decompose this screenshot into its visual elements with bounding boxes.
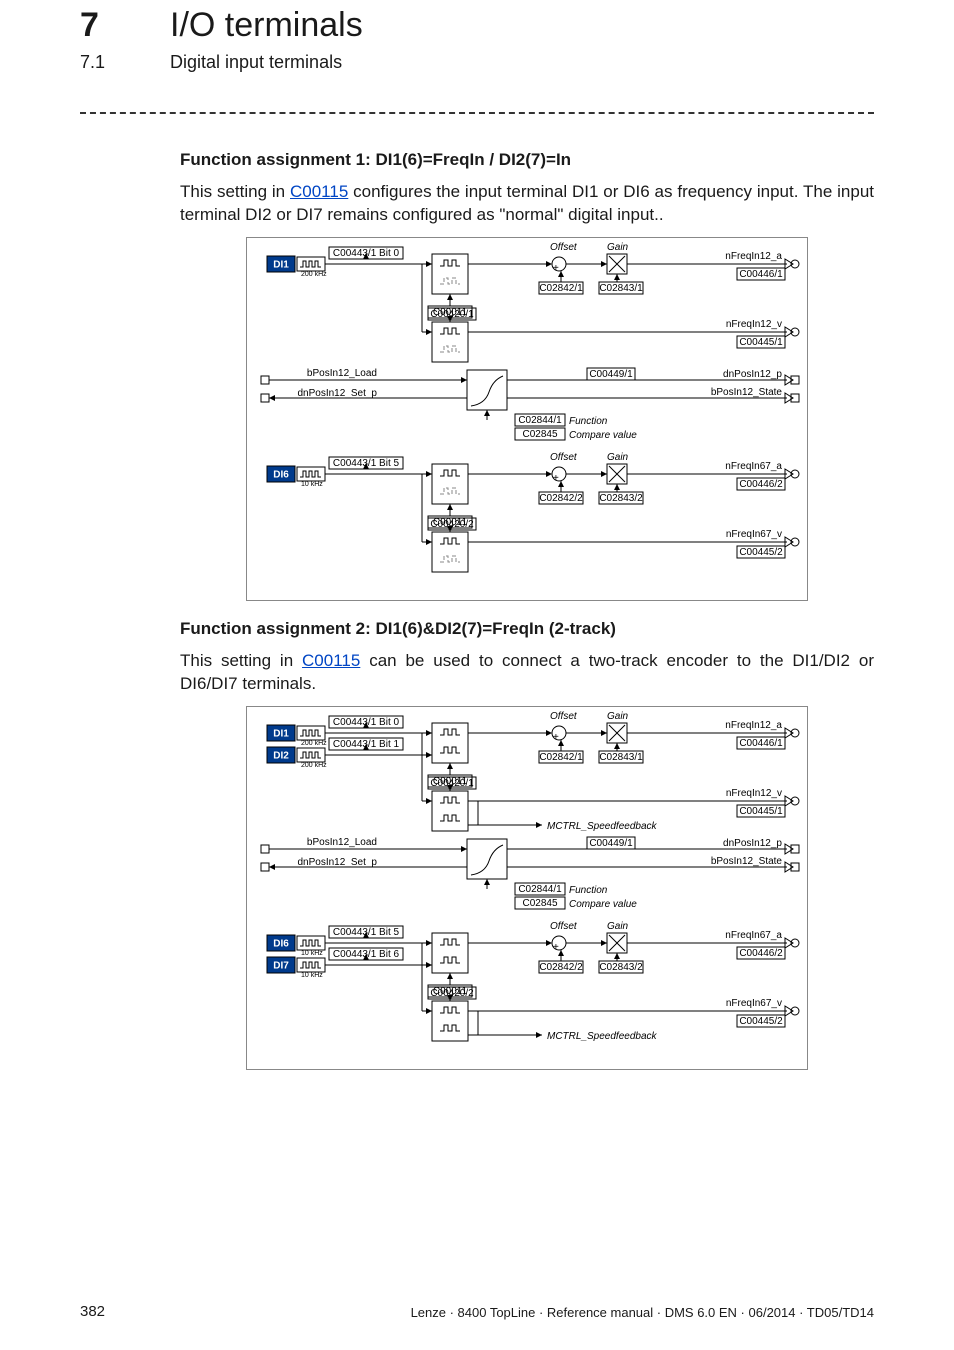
body-column: Function assignment 1: DI1(6)=FreqIn / D… — [180, 150, 874, 1088]
svg-text:C02842/1: C02842/1 — [539, 752, 583, 763]
svg-text:DI1: DI1 — [273, 259, 289, 270]
svg-text:nFreqIn67_a: nFreqIn67_a — [725, 930, 782, 941]
svg-text:nFreqIn12_v: nFreqIn12_v — [726, 788, 782, 799]
svg-text:Gain: Gain — [607, 242, 629, 253]
diagram-1: DI1200 kHzC00443/1 Bit 0C00011Offset+C02… — [246, 237, 808, 601]
svg-text:bPosIn12_Load: bPosIn12_Load — [307, 368, 377, 379]
svg-text:C02843/2: C02843/2 — [599, 493, 643, 504]
svg-text:DI6: DI6 — [273, 469, 289, 480]
svg-text:+: + — [553, 473, 559, 484]
svg-text:nFreqIn12_a: nFreqIn12_a — [725, 251, 782, 262]
svg-text:Function: Function — [569, 885, 608, 896]
svg-text:C02843/1: C02843/1 — [599, 752, 643, 763]
svg-text:C02842/2: C02842/2 — [539, 962, 583, 973]
svg-text:C00446/1: C00446/1 — [739, 738, 783, 749]
svg-text:dnPosIn12_p: dnPosIn12_p — [723, 838, 782, 849]
svg-text:C00445/2: C00445/2 — [739, 547, 783, 558]
svg-text:bPosIn12_Load: bPosIn12_Load — [307, 837, 377, 848]
svg-text:Offset: Offset — [550, 452, 578, 463]
fa1-paragraph: This setting in C00115 configures the in… — [180, 180, 874, 227]
page-number: 382 — [80, 1303, 105, 1320]
chapter-number: 7 — [80, 6, 99, 45]
svg-text:nFreqIn67_a: nFreqIn67_a — [725, 461, 782, 472]
svg-text:Compare value: Compare value — [569, 430, 637, 441]
svg-text:C00420/1: C00420/1 — [430, 778, 474, 789]
fa1-heading: Function assignment 1: DI1(6)=FreqIn / D… — [180, 150, 874, 170]
footer-meta: Lenze · 8400 TopLine · Reference manual … — [411, 1305, 874, 1320]
svg-text:DI6: DI6 — [273, 938, 289, 949]
svg-text:MCTRL_Speedfeedback: MCTRL_Speedfeedback — [547, 821, 658, 832]
section-number: 7.1 — [80, 52, 105, 73]
svg-text:C00420/1: C00420/1 — [430, 309, 474, 320]
svg-text:dnPosIn12_Set_p: dnPosIn12_Set_p — [297, 388, 377, 399]
svg-text:nFreqIn12_v: nFreqIn12_v — [726, 319, 782, 330]
svg-text:dnPosIn12_p: dnPosIn12_p — [723, 369, 782, 380]
svg-text:10 kHz: 10 kHz — [301, 481, 323, 488]
svg-text:+: + — [553, 732, 559, 743]
fa1-link-c00115[interactable]: C00115 — [290, 182, 348, 201]
chapter-title: I/O terminals — [170, 6, 363, 45]
svg-text:Gain: Gain — [607, 921, 629, 932]
svg-text:DI1: DI1 — [273, 728, 289, 739]
svg-text:nFreqIn67_v: nFreqIn67_v — [726, 998, 782, 1009]
svg-text:C00449/1: C00449/1 — [589, 369, 633, 380]
svg-text:C02843/2: C02843/2 — [599, 962, 643, 973]
svg-text:nFreqIn67_v: nFreqIn67_v — [726, 529, 782, 540]
svg-text:C00446/2: C00446/2 — [739, 948, 783, 959]
svg-text:+: + — [553, 263, 559, 274]
svg-text:200 kHz: 200 kHz — [301, 740, 327, 747]
svg-text:10 kHz: 10 kHz — [301, 972, 323, 979]
svg-text:C00420/2: C00420/2 — [430, 988, 474, 999]
svg-text:nFreqIn12_a: nFreqIn12_a — [725, 720, 782, 731]
svg-text:C00449/1: C00449/1 — [589, 838, 633, 849]
fa2-heading: Function assignment 2: DI1(6)&DI2(7)=Fre… — [180, 619, 874, 639]
svg-text:200 kHz: 200 kHz — [301, 271, 327, 278]
svg-text:C02845: C02845 — [522, 429, 557, 440]
fa2-paragraph: This setting in C00115 can be used to co… — [180, 649, 874, 696]
svg-text:C00445/1: C00445/1 — [739, 337, 783, 348]
svg-text:dnPosIn12_Set_p: dnPosIn12_Set_p — [297, 857, 377, 868]
diagram-2: DI1200 kHzC00443/1 Bit 0DI2200 kHzC00443… — [246, 706, 808, 1070]
svg-text:C00446/2: C00446/2 — [739, 479, 783, 490]
svg-text:C02844/1: C02844/1 — [518, 884, 562, 895]
svg-text:Gain: Gain — [607, 452, 629, 463]
svg-text:C00446/1: C00446/1 — [739, 269, 783, 280]
svg-text:+: + — [553, 942, 559, 953]
svg-text:DI2: DI2 — [273, 750, 289, 761]
svg-text:C02844/1: C02844/1 — [518, 415, 562, 426]
fa2-text-pre: This setting in — [180, 651, 302, 670]
svg-text:Offset: Offset — [550, 242, 578, 253]
page: 7 I/O terminals 7.1 Digital input termin… — [0, 0, 954, 1350]
separator-dashes — [80, 112, 874, 114]
svg-text:C02842/1: C02842/1 — [539, 283, 583, 294]
svg-text:Function: Function — [569, 416, 608, 427]
svg-text:DI7: DI7 — [273, 960, 289, 971]
svg-text:C00445/1: C00445/1 — [739, 806, 783, 817]
svg-text:bPosIn12_State: bPosIn12_State — [711, 856, 783, 867]
fa2-link-c00115[interactable]: C00115 — [302, 651, 360, 670]
svg-text:C02842/2: C02842/2 — [539, 493, 583, 504]
svg-text:Offset: Offset — [550, 711, 578, 722]
svg-text:Gain: Gain — [607, 711, 629, 722]
fa1-text-pre: This setting in — [180, 182, 290, 201]
svg-text:Offset: Offset — [550, 921, 578, 932]
svg-text:10 kHz: 10 kHz — [301, 950, 323, 957]
svg-text:C02845: C02845 — [522, 898, 557, 909]
svg-text:Compare value: Compare value — [569, 899, 637, 910]
section-title: Digital input terminals — [170, 52, 342, 73]
svg-text:C02843/1: C02843/1 — [599, 283, 643, 294]
svg-text:C00445/2: C00445/2 — [739, 1016, 783, 1027]
svg-text:C00420/2: C00420/2 — [430, 519, 474, 530]
svg-text:bPosIn12_State: bPosIn12_State — [711, 387, 783, 398]
svg-text:200 kHz: 200 kHz — [301, 762, 327, 769]
svg-text:MCTRL_Speedfeedback: MCTRL_Speedfeedback — [547, 1031, 658, 1042]
